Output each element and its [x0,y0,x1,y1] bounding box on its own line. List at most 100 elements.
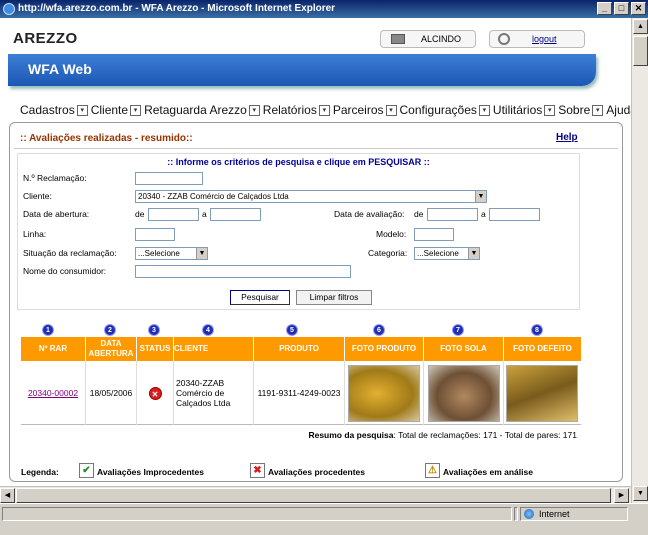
col-header-produto: PRODUTO [254,337,345,361]
categoria-select-value: ...Selecione [417,249,459,258]
form-header: :: Informe os critérios de pesquisa e cl… [167,157,430,167]
main-menu: Cadastros ▾ Cliente ▾ Retaguarda Arezzo ▾ R… [20,102,631,118]
menu-ajuda[interactable]: Ajuda▾ [606,102,631,118]
abertura-de-label: de [135,209,145,219]
error-icon: ✖ [250,463,265,478]
abertura-to-input[interactable] [210,208,261,221]
avaliacao-from-input[interactable] [427,208,478,221]
security-zone: Internet [520,507,628,521]
column-number-badge: 8 [531,324,543,336]
menu-parceiros[interactable]: Parceiros ▾ [333,102,397,118]
abertura-from-input[interactable] [148,208,199,221]
chevron-down-icon: ▾ [385,104,397,116]
chevron-down-icon: ▾ [478,104,490,116]
warning-icon: ⚠ [425,463,440,478]
user-card-icon [391,34,405,44]
scroll-up-icon[interactable]: ▲ [633,19,648,34]
chevron-down-icon: ▼ [475,191,486,202]
modelo-input[interactable] [414,228,454,241]
legend-improcedentes: Avaliações Improcedentes [97,467,204,477]
col-header-rar: Nº RAR [21,337,86,361]
limpar-filtros-button[interactable]: Limpar filtros [296,290,372,305]
menu-cadastros[interactable]: Cadastros ▾ [20,102,88,118]
scroll-thumb[interactable] [16,488,611,503]
rar-link[interactable]: 20340-00002 [28,388,78,398]
abertura-label: Data de abertura: [23,209,90,219]
menu-configuracoes[interactable]: Configurações ▾ [400,102,490,118]
situacao-select-value: ...Selecione [138,249,180,258]
categoria-select[interactable]: ...Selecione ▼ [414,247,480,260]
avaliacao-to-input[interactable] [489,208,540,221]
product-photo-image[interactable] [348,365,420,422]
status-cell: ✕ [137,361,174,425]
legend-procedentes: Avaliações procedentes [268,467,366,477]
search-summary: Resumo da pesquisa: Total de reclamações… [21,427,581,443]
horizontal-scrollbar[interactable]: ◀ ▶ [0,486,631,503]
app-banner: WFA Web [8,54,596,86]
maximize-button[interactable]: □ [614,2,629,15]
scroll-thumb[interactable] [633,36,648,66]
user-badge: ALCINDO [380,30,476,48]
pesquisar-button[interactable]: Pesquisar [230,290,290,305]
menu-sobre[interactable]: Sobre ▾ [558,102,604,118]
arezzo-logo: AREZZO [13,30,78,47]
situacao-select[interactable]: ...Selecione ▼ [135,247,208,260]
zone-label: Internet [539,509,570,519]
column-number-badge: 6 [373,324,385,336]
categoria-label: Categoria: [368,248,408,258]
user-name: ALCINDO [421,34,462,44]
col-header-foto-produto: FOTO PRODUTO [345,337,424,361]
defect-photo-image[interactable] [506,365,578,422]
scroll-down-icon[interactable]: ▼ [633,486,648,501]
col-header-cliente: CLIENTE [174,337,254,361]
col-header-status: STATUS [137,337,174,361]
menu-utilitarios[interactable]: Utilitários ▾ [493,102,556,118]
linha-input[interactable] [135,228,175,241]
avaliacao-label: Data de avaliação: [334,209,405,219]
reclamacao-label: N.º Reclamação: [23,173,87,183]
menu-relatorios[interactable]: Relatórios ▾ [263,102,330,118]
logout-link[interactable]: logout [532,31,557,47]
column-number-badge: 5 [286,324,298,336]
page-title: :: Avaliações realizadas - resumido:: [20,133,193,144]
scroll-right-icon[interactable]: ▶ [614,488,629,503]
content-panel: :: Avaliações realizadas - resumido:: He… [9,122,623,482]
status-divider [514,507,518,521]
column-number-badge: 4 [202,324,214,336]
cliente-select-value: 20340 - ZZAB Comércio de Calçados Ltda [138,192,289,201]
chevron-down-icon: ▾ [544,104,556,116]
minimize-button[interactable]: _ [597,2,612,15]
logout-badge: logout [489,30,585,48]
chevron-down-icon: ▾ [130,104,142,116]
col-header-foto-defeito: FOTO DEFEITO [504,337,581,361]
menu-cliente[interactable]: Cliente ▾ [91,102,142,118]
reclamacao-input[interactable] [135,172,203,185]
column-number-badge: 7 [452,324,464,336]
col-header-foto-sola: FOTO SOLA [424,337,504,361]
page-viewport: AREZZO ALCINDO logout WFA Web Cadastros ▾… [0,18,631,486]
col-header-data: DATA ABERTURA [86,337,137,361]
vertical-scrollbar[interactable]: ▲ ▼ [631,18,648,504]
linha-label: Linha: [23,229,47,239]
column-number-badge: 2 [104,324,116,336]
cliente-label: Cliente: [23,191,52,201]
legend-analise: Avaliações em análise [443,467,533,477]
cliente-select[interactable]: 20340 - ZZAB Comércio de Calçados Ltda ▼ [135,190,487,203]
consumidor-input[interactable] [135,265,351,278]
foto-defeito-cell [504,361,581,425]
summary-text: : Total de reclamações: 171 - Total de p… [393,430,578,440]
error-icon: ✕ [148,386,162,400]
power-icon [498,33,510,45]
scroll-left-icon[interactable]: ◀ [0,488,15,503]
produto-cell: 1191-9311-4249-0023 [254,361,345,425]
search-form: :: Informe os critérios de pesquisa e cl… [17,153,580,310]
chevron-down-icon: ▾ [318,104,330,116]
abertura-a-label: a [202,209,207,219]
close-button[interactable]: ✕ [631,2,646,15]
column-number-badge: 1 [42,324,54,336]
rar-cell: 20340-00002 [21,361,86,425]
menu-retaguarda[interactable]: Retaguarda Arezzo ▾ [144,102,260,118]
sole-photo-image[interactable] [428,365,500,422]
column-number-badge: 3 [148,324,160,336]
help-link[interactable]: Help [556,132,578,143]
